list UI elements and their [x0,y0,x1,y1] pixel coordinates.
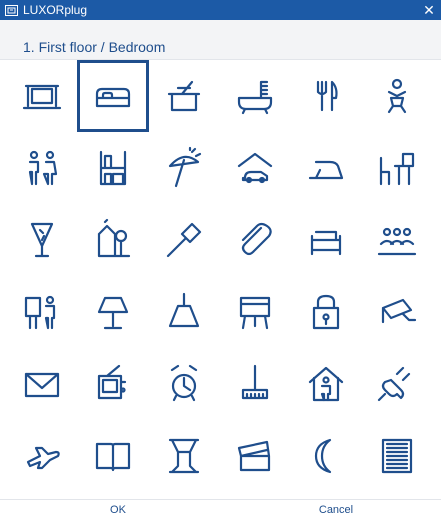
moon-tile[interactable] [290,420,362,492]
cooking-pot-tile[interactable] [148,60,220,132]
parasol-tile[interactable] [148,132,220,204]
bed-icon [95,87,131,108]
house-person-tile[interactable] [290,348,362,420]
cutlery-tile[interactable] [290,60,362,132]
screwdriver-tile[interactable] [148,204,220,276]
book-icon [95,442,131,472]
easel-tile[interactable] [219,276,291,348]
close-button[interactable]: ✕ [417,0,441,20]
iron-icon [308,160,344,180]
box-open-icon [237,440,271,472]
broom-icon [241,364,269,400]
alarm-clock-icon [170,364,198,402]
book-tile[interactable] [77,420,149,492]
garden-icon [97,218,131,258]
moon-icon [314,438,332,474]
parasol-icon [168,146,202,188]
cooking-pot-icon [167,80,201,112]
envelope-icon [24,372,60,398]
box-open-tile[interactable] [219,420,291,492]
envelope-tile[interactable] [6,348,78,420]
power-plug-icon [377,366,411,402]
television-tile[interactable] [77,348,149,420]
desk-chair-icon [379,152,415,186]
monitor-icon [22,84,62,110]
person-board-tile[interactable] [6,276,78,348]
ceiling-lamp-tile[interactable] [148,276,220,348]
window-curtain-icon [168,438,200,474]
sofa-icon [310,230,342,256]
icon-grid [0,60,441,499]
location-label: 1. First floor / Bedroom [23,39,166,55]
window-title: LUXORplug [23,3,88,17]
airplane-tile[interactable] [6,420,78,492]
group-tile[interactable] [361,204,433,276]
padlock-tile[interactable] [290,276,362,348]
toilet-people-icon [28,150,58,186]
toilet-people-tile[interactable] [6,132,78,204]
power-plug-tile[interactable] [361,348,433,420]
car-garage-tile[interactable] [219,132,291,204]
title-bar: LUXORplug ✕ [0,0,441,20]
shelf-icon [99,150,127,186]
broom-tile[interactable] [219,348,291,420]
airplane-icon [26,446,60,470]
bathtub-tile[interactable] [219,60,291,132]
bathtub-icon [237,80,273,115]
location-header: 1. First floor / Bedroom [0,20,441,60]
table-lamp-icon [97,296,129,330]
cocktail-glass-tile[interactable] [6,204,78,276]
house-person-icon [308,366,344,402]
cancel-button[interactable]: Cancel [226,500,441,520]
cocktail-glass-icon [30,222,54,258]
cutlery-icon [316,80,338,112]
shutter-icon [381,438,413,474]
garden-tile[interactable] [77,204,149,276]
desk-chair-tile[interactable] [361,132,433,204]
bed-tile[interactable] [77,60,149,132]
ceiling-lamp-icon [168,292,200,328]
ok-button[interactable]: OK [8,500,228,520]
car-garage-icon [237,152,273,184]
shelf-tile[interactable] [77,132,149,204]
alarm-clock-tile[interactable] [148,348,220,420]
monitor-tile[interactable] [6,60,78,132]
padlock-icon [312,294,340,330]
screwdriver-icon [166,222,202,258]
group-icon [377,227,417,256]
paperclip-tile[interactable] [219,204,291,276]
person-board-icon [24,295,56,330]
icon-picker-window: LUXORplug ✕ 1. First floor / Bedroom OK … [0,0,441,519]
child-icon [387,78,407,114]
security-camera-icon [381,298,417,324]
child-tile[interactable] [361,60,433,132]
easel-icon [239,296,271,330]
table-lamp-tile[interactable] [77,276,149,348]
app-logo-icon [5,4,18,16]
dialog-footer: OK Cancel [0,499,441,519]
sofa-tile[interactable] [290,204,362,276]
window-curtain-tile[interactable] [148,420,220,492]
television-icon [97,364,127,400]
iron-tile[interactable] [290,132,362,204]
paperclip-icon [241,222,272,256]
shutter-tile[interactable] [361,420,433,492]
security-camera-tile[interactable] [361,276,433,348]
